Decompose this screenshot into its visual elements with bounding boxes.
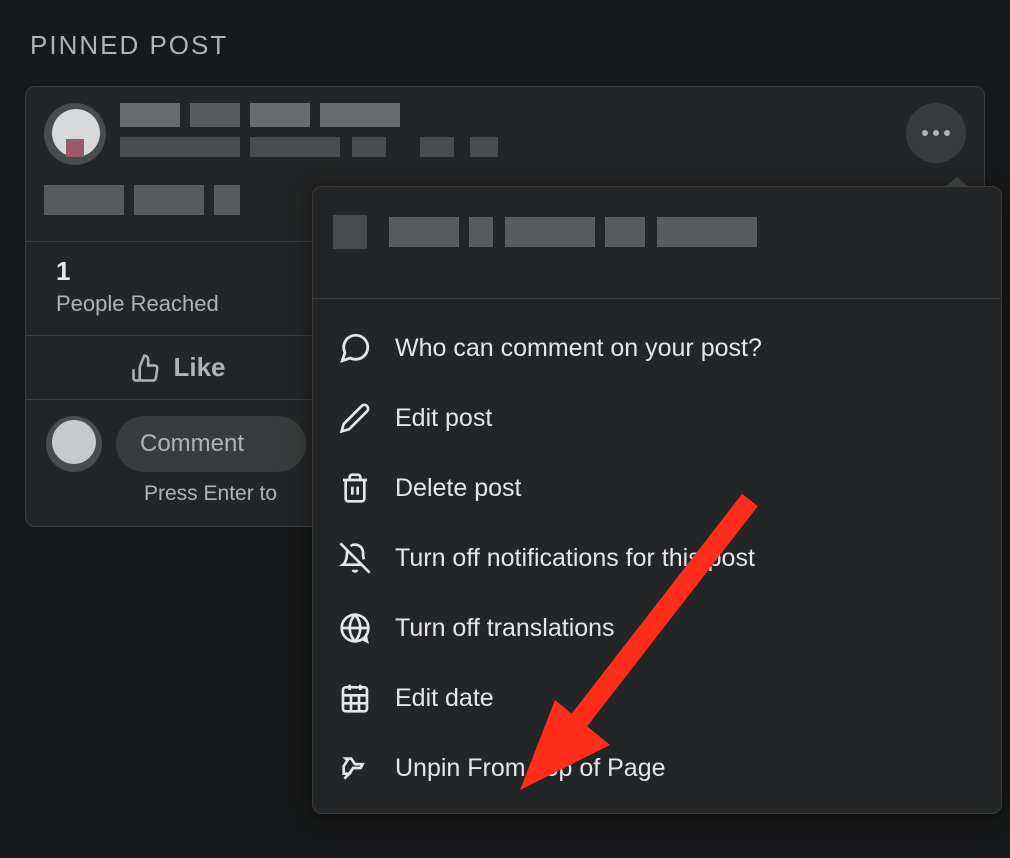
comment-bubble-icon (337, 330, 373, 366)
menu-item-turn-off-translations[interactable]: Turn off translations (313, 593, 1001, 663)
section-header: PINNED POST (0, 0, 1010, 76)
menu-item-turn-off-notifications[interactable]: Turn off notifications for this post (313, 523, 1001, 593)
post-meta-blurred (120, 137, 896, 161)
menu-item-unpin[interactable]: Unpin From Top of Page (313, 733, 1001, 803)
author-avatar[interactable] (44, 103, 106, 165)
menu-item-label: Turn off translations (395, 614, 615, 643)
post-header-text (120, 103, 896, 161)
dots-icon (922, 130, 928, 136)
bell-off-icon (337, 540, 373, 576)
content-blurred (44, 181, 244, 221)
calendar-icon (337, 680, 373, 716)
menu-item-label: Turn off notifications for this post (395, 544, 755, 573)
trash-icon (337, 470, 373, 506)
menu-item-label: Edit date (395, 684, 494, 713)
like-button[interactable]: Like (26, 344, 331, 391)
menu-item-label: Who can comment on your post? (395, 334, 762, 363)
menu-item-label: Edit post (395, 404, 492, 433)
menu-item-edit-post[interactable]: Edit post (313, 383, 1001, 453)
pin-icon (337, 750, 373, 786)
menu-top-blurred (333, 209, 981, 269)
more-options-button[interactable] (906, 103, 966, 163)
menu-item-delete-post[interactable]: Delete post (313, 453, 1001, 523)
user-avatar[interactable] (46, 416, 102, 472)
thumbs-up-icon (131, 353, 161, 383)
comment-input[interactable]: Comment (116, 416, 306, 472)
menu-item-label: Unpin From Top of Page (395, 754, 666, 783)
menu-item-who-can-comment[interactable]: Who can comment on your post? (313, 313, 1001, 383)
menu-item-edit-date[interactable]: Edit date (313, 663, 1001, 733)
post-options-menu: Who can comment on your post? Edit post … (312, 186, 1002, 814)
menu-item-label: Delete post (395, 474, 521, 503)
author-name-blurred (120, 103, 896, 129)
menu-top-section (313, 209, 1001, 299)
post-header (26, 87, 984, 173)
pencil-icon (337, 400, 373, 436)
globe-icon (337, 610, 373, 646)
like-label: Like (173, 352, 225, 383)
